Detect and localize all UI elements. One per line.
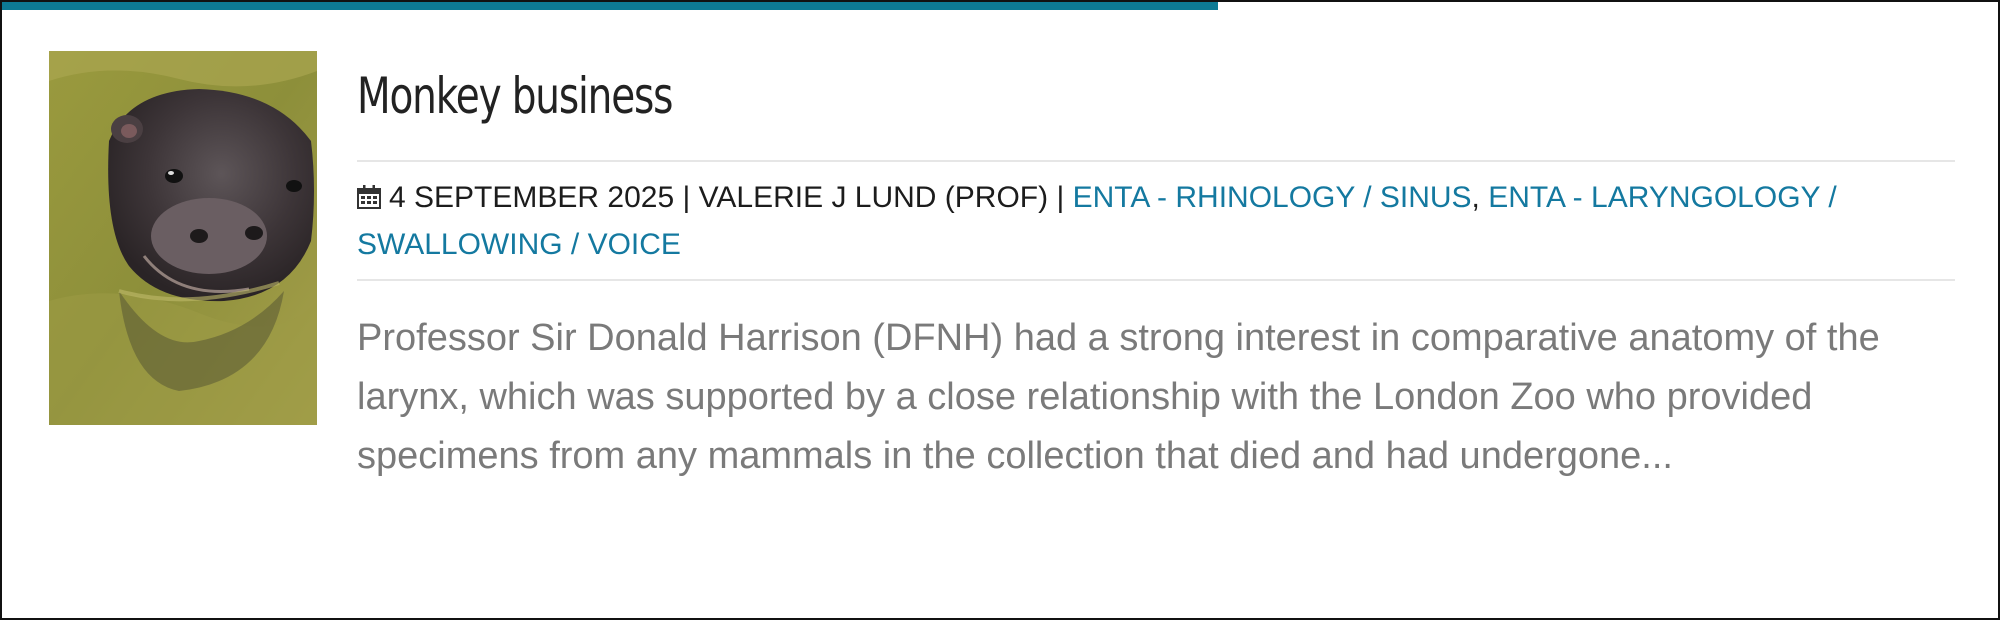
meta-separator: | [674,181,699,214]
accent-progress-bar [2,2,1218,10]
post-title[interactable]: Monkey business [357,54,1603,138]
post-author: Valerie J Lund (Prof) [698,181,1049,214]
category-comma: , [1471,181,1489,214]
post-card: Monkey business 4 September 2025 | Valer… [0,0,2000,620]
post-content: Monkey business 4 September 2025 | Valer… [357,54,1955,486]
meta-separator: | [1048,181,1073,214]
category-link-rhinology[interactable]: ENTA - Rhinology / Sinus [1073,181,1472,214]
post-excerpt: Professor Sir Donald Harrison (DFNH) had… [357,317,1880,477]
post-date: 4 September 2025 [389,181,675,214]
calendar-icon [357,177,381,222]
pygmy-hippo-photo-icon [49,51,317,425]
post-thumbnail[interactable] [49,51,317,425]
post-meta: 4 September 2025 | Valerie J Lund (Prof)… [357,162,1955,279]
